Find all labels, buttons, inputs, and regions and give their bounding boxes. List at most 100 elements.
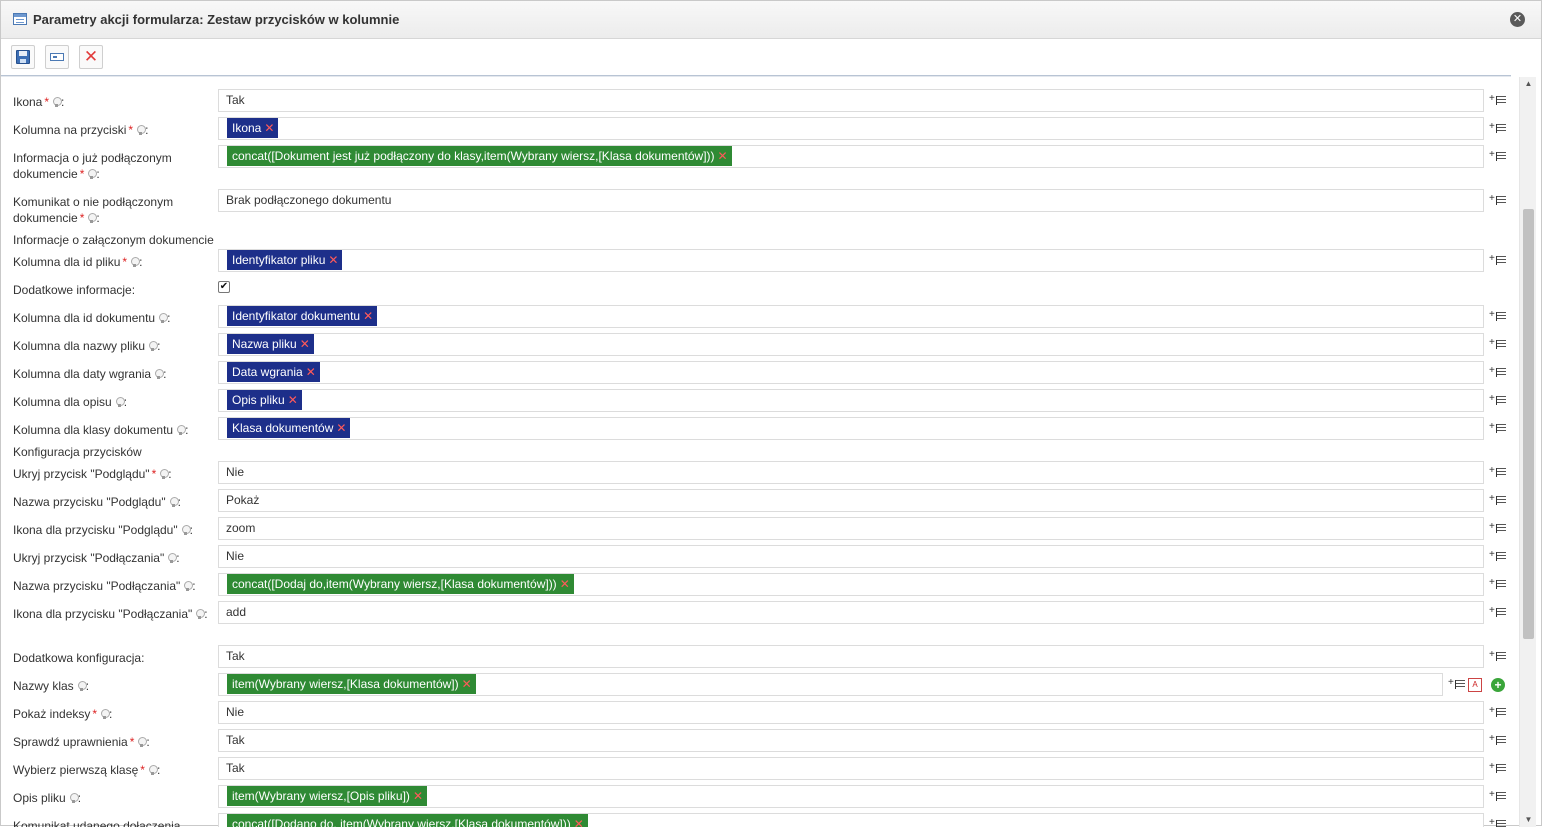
required-mark: *	[79, 211, 85, 225]
field-value[interactable]: Brak podłączonego dokumentu	[218, 189, 1484, 212]
field-button[interactable]	[45, 45, 69, 69]
form-field-icon	[50, 53, 64, 61]
hint-bulb-icon	[131, 257, 141, 267]
expression-tag: concat([Dokument jest już podłączony do …	[227, 146, 732, 166]
tag-field[interactable]: Data wgrania ✕	[218, 361, 1484, 384]
tag-field[interactable]: Identyfikator pliku ✕	[218, 249, 1484, 272]
insert-expression-icon[interactable]	[1489, 253, 1507, 268]
insert-expression-icon[interactable]	[1489, 521, 1507, 536]
field-label: Kolumna dla daty wgrania	[13, 367, 152, 381]
tag-field[interactable]: item(Wybrany wiersz,[Klasa dokumentów]) ✕	[218, 673, 1443, 696]
tag-field[interactable]: Identyfikator dokumentu ✕	[218, 305, 1484, 328]
column-tag: Ikona ✕	[227, 118, 279, 138]
field-value[interactable]: Nie	[218, 701, 1484, 724]
tag-field[interactable]: Klasa dokumentów ✕	[218, 417, 1484, 440]
add-icon[interactable]: +	[1491, 678, 1505, 692]
insert-expression-icon[interactable]	[1489, 421, 1507, 436]
field-value[interactable]: Pokaż	[218, 489, 1484, 512]
insert-expression-icon[interactable]	[1489, 149, 1507, 164]
column-tag: Identyfikator pliku ✕	[227, 250, 343, 270]
insert-expression-icon[interactable]	[1489, 649, 1507, 664]
field-label: Kolumna dla id pliku	[13, 255, 121, 269]
required-mark: *	[128, 123, 134, 137]
required-mark: *	[79, 167, 85, 181]
insert-expression-icon[interactable]	[1489, 493, 1507, 508]
remove-tag-icon[interactable]: ✕	[462, 677, 472, 691]
remove-tag-icon[interactable]: ✕	[264, 121, 274, 135]
remove-tag-icon[interactable]: ✕	[560, 577, 570, 591]
insert-expression-icon[interactable]	[1489, 121, 1507, 136]
insert-expression-icon[interactable]	[1489, 465, 1507, 480]
tag-field[interactable]: Nazwa pliku ✕	[218, 333, 1484, 356]
field-value[interactable]: zoom	[218, 517, 1484, 540]
field-value[interactable]: Tak	[218, 645, 1484, 668]
cancel-button[interactable]: ✕	[79, 45, 103, 69]
field-value[interactable]: add	[218, 601, 1484, 624]
required-mark: *	[44, 95, 50, 109]
pdf-icon[interactable]: A	[1468, 678, 1482, 692]
hint-bulb-icon	[77, 681, 87, 691]
scroll-down-arrow-icon[interactable]: ▼	[1520, 813, 1537, 827]
field-label: Wybierz pierwszą klasę	[13, 763, 139, 777]
insert-expression-icon[interactable]	[1489, 193, 1507, 208]
insert-expression-icon[interactable]	[1489, 605, 1507, 620]
tag-field[interactable]: Opis pliku ✕	[218, 389, 1484, 412]
form-table-icon	[13, 13, 27, 25]
remove-tag-icon[interactable]: ✕	[718, 149, 728, 163]
insert-expression-icon[interactable]	[1448, 677, 1466, 692]
tag-field[interactable]: concat([Dokument jest już podłączony do …	[218, 145, 1484, 168]
tag-field[interactable]: item(Wybrany wiersz,[Opis pliku]) ✕	[218, 785, 1484, 808]
dialog-window: Parametry akcji formularza: Zestaw przyc…	[0, 0, 1542, 827]
remove-tag-icon[interactable]: ✕	[363, 309, 373, 323]
field-value[interactable]: Tak	[218, 757, 1484, 780]
tag-field[interactable]: concat([Dodano do, item(Wybrany wiersz,[…	[218, 813, 1484, 827]
additional-info-checkbox[interactable]: ✔	[218, 281, 230, 293]
tag-field[interactable]: Ikona ✕	[218, 117, 1484, 140]
insert-expression-icon[interactable]	[1489, 309, 1507, 324]
remove-tag-icon[interactable]: ✕	[300, 337, 310, 351]
hint-bulb-icon	[88, 213, 98, 223]
tag-field[interactable]: concat([Dodaj do,item(Wybrany wiersz,[Kl…	[218, 573, 1484, 596]
insert-expression-icon[interactable]	[1489, 789, 1507, 804]
expression-tag: concat([Dodano do, item(Wybrany wiersz,[…	[227, 814, 588, 827]
required-mark: *	[92, 707, 98, 721]
field-label: Nazwa przycisku "Podłączania"	[13, 579, 181, 593]
scroll-up-arrow-icon[interactable]: ▲	[1520, 77, 1537, 91]
field-label: Kolumna na przyciski	[13, 123, 127, 137]
hint-bulb-icon	[149, 341, 159, 351]
insert-expression-icon[interactable]	[1489, 337, 1507, 352]
remove-tag-icon[interactable]: ✕	[328, 253, 338, 267]
column-tag: Nazwa pliku ✕	[227, 334, 314, 354]
remove-tag-icon[interactable]: ✕	[336, 421, 346, 435]
field-value[interactable]: Tak	[218, 729, 1484, 752]
hint-bulb-icon	[196, 609, 206, 619]
insert-expression-icon[interactable]	[1489, 365, 1507, 380]
field-value[interactable]: Tak	[218, 89, 1484, 112]
insert-expression-icon[interactable]	[1489, 393, 1507, 408]
vertical-scrollbar[interactable]: ▲ ▼	[1519, 77, 1536, 827]
required-mark: *	[122, 255, 128, 269]
hint-bulb-icon	[137, 125, 147, 135]
field-label: Ikona dla przycisku "Podłączania"	[13, 607, 193, 621]
remove-tag-icon[interactable]: ✕	[288, 393, 298, 407]
close-icon[interactable]: ✕	[1510, 12, 1525, 27]
field-label: Kolumna dla opisu	[13, 395, 112, 409]
remove-tag-icon[interactable]: ✕	[306, 365, 316, 379]
insert-expression-icon[interactable]	[1489, 577, 1507, 592]
save-button[interactable]	[11, 45, 35, 69]
field-value[interactable]: Nie	[218, 545, 1484, 568]
remove-tag-icon[interactable]: ✕	[413, 789, 423, 803]
insert-expression-icon[interactable]	[1489, 733, 1507, 748]
hint-bulb-icon	[138, 737, 148, 747]
insert-expression-icon[interactable]	[1489, 549, 1507, 564]
column-tag: Opis pliku ✕	[227, 390, 302, 410]
insert-expression-icon[interactable]	[1489, 93, 1507, 108]
insert-expression-icon[interactable]	[1489, 705, 1507, 720]
hint-bulb-icon	[155, 369, 165, 379]
scroll-thumb[interactable]	[1523, 209, 1534, 639]
expression-tag: item(Wybrany wiersz,[Klasa dokumentów]) ✕	[227, 674, 476, 694]
field-value[interactable]: Nie	[218, 461, 1484, 484]
insert-expression-icon[interactable]	[1489, 761, 1507, 776]
expression-tag: item(Wybrany wiersz,[Opis pliku]) ✕	[227, 786, 427, 806]
field-label: Nazwy klas	[13, 679, 74, 693]
